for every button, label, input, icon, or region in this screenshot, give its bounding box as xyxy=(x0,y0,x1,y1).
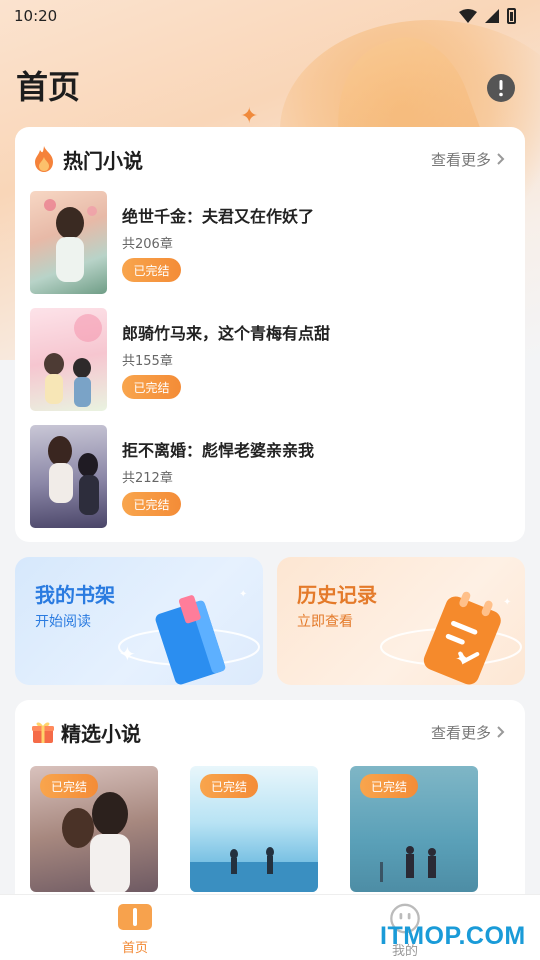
book-chapter-count: 共206章 xyxy=(122,237,173,252)
sparkle-icon: ✦ xyxy=(240,104,259,129)
featured-book-item[interactable]: 已完结 xyxy=(30,766,158,892)
book-cover xyxy=(30,308,107,411)
home-book-icon xyxy=(118,904,152,930)
hot-more-label: 查看更多 xyxy=(430,150,491,169)
chevron-right-icon xyxy=(497,153,505,165)
status-time: 10:20 xyxy=(14,7,58,25)
book-icon: ✦ ✦ xyxy=(118,589,260,685)
watermark: ITMOP.COM xyxy=(380,922,526,950)
wifi-icon xyxy=(459,9,477,23)
svg-text:✦: ✦ xyxy=(455,649,470,670)
svg-text:✦: ✦ xyxy=(503,597,511,608)
featured-book-item[interactable]: 已完结 xyxy=(350,766,478,892)
book-chapter-count: 共155章 xyxy=(122,354,173,369)
featured-novels-header: 精选小说 查看更多 xyxy=(15,700,525,764)
hot-novels-header: 热门小说 查看更多 xyxy=(15,127,525,191)
bookshelf-card[interactable]: 我的书架 开始阅读 ✦ ✦ xyxy=(15,557,263,685)
warning-icon xyxy=(487,74,515,102)
tab-home-label: 首页 xyxy=(121,941,148,956)
alert-button[interactable] xyxy=(486,73,516,103)
status-badge: 已完结 xyxy=(122,258,181,282)
bookshelf-subtitle: 开始阅读 xyxy=(35,614,91,630)
book-title: 郎骑竹马来，这个青梅有点甜 xyxy=(122,324,331,343)
featured-book-item[interactable]: 已完结 xyxy=(190,766,318,892)
hot-book-item[interactable]: 绝世千金：夫君又在作妖了 共206章 已完结 xyxy=(30,191,510,295)
hot-novels-card: 热门小说 查看更多 绝世千金：夫君又在作妖了 共206章 已完结 郎骑竹马来，这… xyxy=(15,127,525,542)
fire-icon xyxy=(35,146,53,172)
clipboard-icon: ✦ ✦ xyxy=(380,591,522,685)
battery-icon xyxy=(507,8,516,24)
status-badge: 已完结 xyxy=(122,375,181,399)
featured-more-link[interactable]: 查看更多 xyxy=(431,722,505,743)
status-badge: 已完结 xyxy=(122,492,181,516)
tab-home[interactable]: 首页 xyxy=(95,903,175,959)
hot-novels-title: 热门小说 xyxy=(63,148,143,173)
featured-more-label: 查看更多 xyxy=(430,723,491,742)
history-subtitle: 立即查看 xyxy=(297,614,353,630)
hot-more-link[interactable]: 查看更多 xyxy=(431,149,505,170)
chevron-right-icon xyxy=(497,726,505,738)
svg-text:✦: ✦ xyxy=(239,589,247,600)
status-bar: 10:20 xyxy=(0,0,540,32)
book-title: 拒不离婚：彪悍老婆亲亲我 xyxy=(122,441,315,460)
history-card[interactable]: 历史记录 立即查看 ✦ ✦ xyxy=(277,557,525,685)
featured-novels-title: 精选小说 xyxy=(61,721,141,746)
signal-icon xyxy=(485,9,499,23)
status-badge: 已完结 xyxy=(40,774,98,798)
svg-text:✦: ✦ xyxy=(119,642,136,666)
status-badge: 已完结 xyxy=(200,774,258,798)
book-title: 绝世千金：夫君又在作妖了 xyxy=(122,207,315,226)
book-chapter-count: 共212章 xyxy=(122,471,173,486)
page-title: 首页 xyxy=(16,68,81,106)
hot-book-item[interactable]: 拒不离婚：彪悍老婆亲亲我 共212章 已完结 xyxy=(30,425,510,529)
book-cover xyxy=(30,191,107,294)
status-badge: 已完结 xyxy=(360,774,418,798)
book-cover xyxy=(30,425,107,528)
gift-icon xyxy=(32,722,54,743)
hot-book-item[interactable]: 郎骑竹马来，这个青梅有点甜 共155章 已完结 xyxy=(30,308,510,412)
